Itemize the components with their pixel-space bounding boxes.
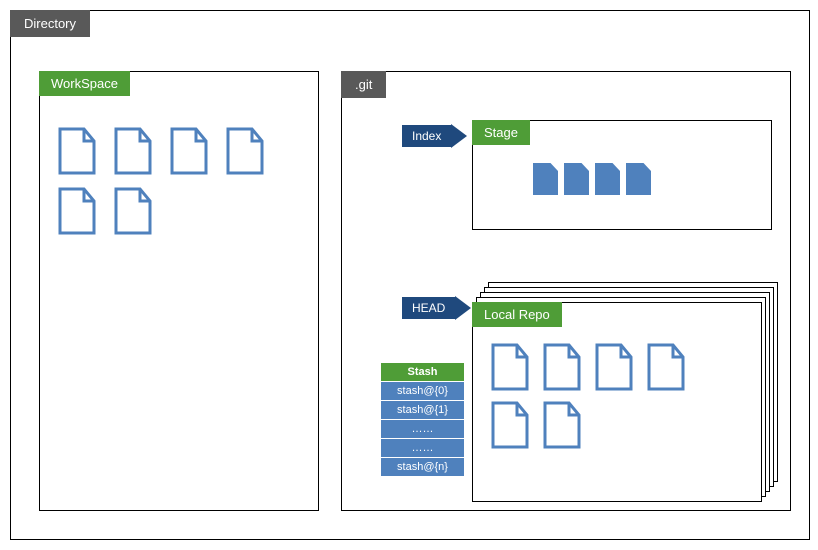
arrow-right-icon [455, 296, 471, 320]
workspace-label: WorkSpace [39, 71, 130, 96]
file-icon [226, 127, 264, 175]
stash-row: stash@{1} [381, 401, 465, 420]
file-icon [564, 163, 589, 195]
stash-row: …… [381, 439, 465, 458]
stage-files [533, 163, 651, 195]
stash-header: Stash [381, 363, 465, 382]
stash-row: stash@{0} [381, 382, 465, 401]
file-icon [543, 343, 581, 391]
git-tab: .git [341, 71, 386, 98]
file-icon [595, 343, 633, 391]
stash-row: …… [381, 420, 465, 439]
file-icon [491, 401, 529, 449]
workspace-box: WorkSpace [39, 71, 319, 511]
stage-box: Stage [472, 120, 772, 230]
file-icon [114, 127, 152, 175]
file-icon [543, 401, 581, 449]
localrepo-label: Local Repo [472, 302, 562, 327]
arrow-right-icon [451, 124, 467, 148]
stash-row: stash@{n} [381, 458, 465, 477]
file-icon [533, 163, 558, 195]
localrepo-stack: Local Repo [472, 282, 782, 502]
directory-container: Directory WorkSpace .git Index Stage [10, 10, 810, 540]
stash-table: Stash stash@{0} stash@{1} …… …… stash@{n… [380, 362, 465, 477]
index-arrow: Index [402, 124, 467, 148]
file-icon [170, 127, 208, 175]
file-icon [626, 163, 651, 195]
git-box: .git Index Stage HEAD Local Repo [341, 71, 791, 511]
head-label: HEAD [402, 297, 455, 319]
file-icon [647, 343, 685, 391]
file-icon [491, 343, 529, 391]
workspace-files [58, 127, 298, 235]
head-arrow: HEAD [402, 296, 471, 320]
stage-label: Stage [472, 120, 530, 145]
file-icon [58, 187, 96, 235]
localrepo-files [491, 343, 721, 449]
file-icon [595, 163, 620, 195]
file-icon [58, 127, 96, 175]
file-icon [114, 187, 152, 235]
repo-page-front: Local Repo [472, 302, 762, 502]
index-label: Index [402, 125, 451, 147]
directory-tab: Directory [10, 10, 90, 37]
